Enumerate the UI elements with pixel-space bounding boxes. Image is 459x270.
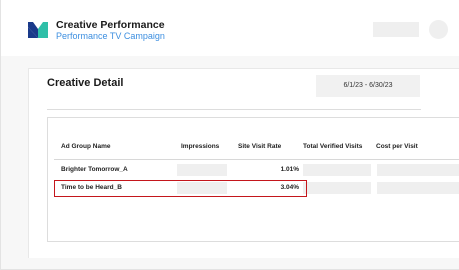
app-header: Creative Performance Performance TV Camp… — [1, 0, 459, 56]
brand-logo-icon — [28, 22, 48, 38]
site-visit-rate-cell: 1.01% — [280, 166, 299, 173]
column-header-site-visit-rate[interactable]: Site Visit Rate — [238, 143, 281, 150]
app-screen: Creative Performance Performance TV Camp… — [0, 0, 459, 270]
table-row[interactable]: Brighter Tomorrow_A 1.01% — [54, 162, 459, 179]
column-header-cost-per-visit[interactable]: Cost per Visit — [376, 143, 418, 150]
header-divider — [54, 159, 459, 160]
column-header-ad-group-name[interactable]: Ad Group Name — [61, 143, 110, 150]
header-placeholder-button[interactable] — [373, 22, 419, 37]
page-title: Creative Detail — [47, 77, 124, 89]
date-range-button[interactable]: 6/1/23 - 6/30/23 — [316, 75, 420, 97]
impressions-cell — [177, 164, 227, 176]
creative-detail-card: Creative Detail 6/1/23 - 6/30/23 Ad Grou… — [28, 68, 459, 258]
total-verified-visits-cell — [303, 164, 371, 176]
brand-subtitle: Performance TV Campaign — [56, 31, 165, 41]
creative-table: Ad Group Name Impressions Site Visit Rat… — [47, 117, 459, 242]
ad-group-name-cell: Brighter Tomorrow_A — [61, 166, 128, 173]
selected-row-highlight — [54, 180, 307, 197]
table-row-selected[interactable]: Time to be Heard_B 3.04% — [54, 180, 459, 197]
avatar[interactable] — [429, 20, 448, 39]
column-header-impressions[interactable]: Impressions — [181, 143, 219, 150]
total-verified-visits-cell — [303, 182, 371, 194]
cost-per-visit-cell — [377, 164, 459, 176]
column-header-total-verified-visits[interactable]: Total Verified Visits — [303, 143, 362, 150]
title-divider — [47, 109, 421, 110]
cost-per-visit-cell — [377, 182, 459, 194]
brand-title: Creative Performance — [56, 19, 165, 31]
